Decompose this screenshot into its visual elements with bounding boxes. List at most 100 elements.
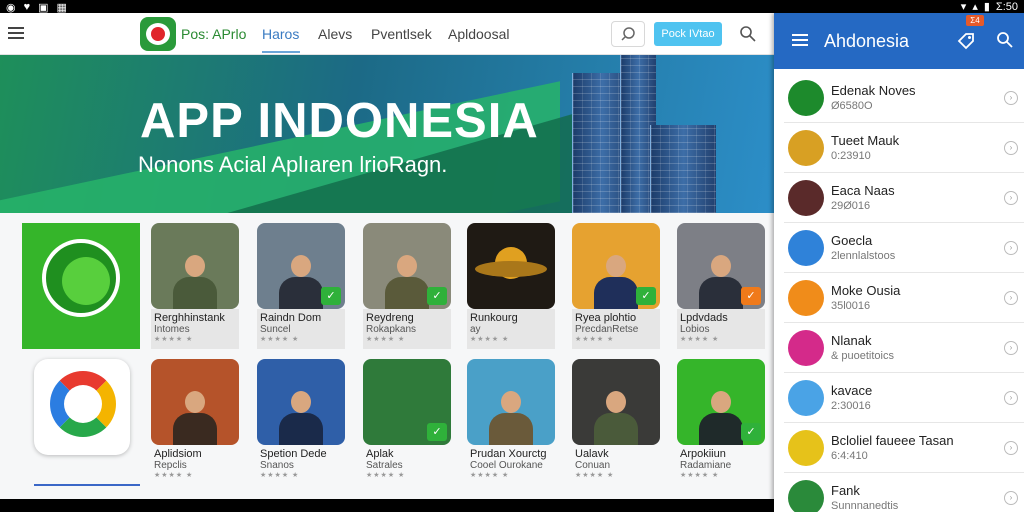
app-thumbnail: ✓ [363, 359, 451, 445]
nav-tab-4[interactable]: Apldoosal [448, 26, 510, 42]
banner-title: APP INDONESIA [140, 94, 539, 148]
chevron-right-icon[interactable]: › [1004, 141, 1018, 155]
cta-button[interactable]: Pock IVtao [654, 22, 722, 46]
app-avatar [788, 480, 824, 512]
featured-app-ring[interactable] [34, 359, 130, 455]
brand-logo[interactable] [140, 17, 176, 51]
search-icon [621, 27, 635, 41]
rating-stars: ★★★★ ★ [154, 336, 194, 343]
install-badge-icon: ✓ [427, 287, 447, 305]
app-thumbnail: ✓ [257, 223, 345, 309]
app-card[interactable]: ✓ Ryea plohtio PrecdanRetse ★★★★ ★ [572, 223, 662, 349]
nav-tab-2[interactable]: Alevs [318, 26, 352, 42]
app-avatar [788, 180, 824, 216]
chevron-right-icon[interactable]: › [1004, 491, 1018, 505]
brand-name[interactable]: Pos: APrlo [181, 26, 246, 42]
drawer-list-item[interactable]: Edenak Noves Ø6580O › [784, 73, 1024, 123]
install-badge-icon: ✓ [321, 287, 341, 305]
app-thumbnail [151, 359, 239, 445]
app-thumbnail [572, 359, 660, 445]
drawer-item-name: Edenak Noves [831, 83, 916, 98]
app-title: Lpdvdads [680, 312, 728, 324]
rating-stars: ★★★★ ★ [470, 336, 510, 343]
app-avatar [788, 380, 824, 416]
app-avatar [788, 330, 824, 366]
hero-banner[interactable]: APP INDONESIA Nonons Acial Aplıaren lrio… [0, 55, 774, 213]
chevron-right-icon[interactable]: › [1004, 391, 1018, 405]
menu-icon[interactable] [8, 27, 24, 39]
app-avatar [788, 80, 824, 116]
app-title: Runkourg [470, 312, 518, 324]
app-grid: Rerghhinstank Intomes ★★★★ ★ ✓ Raindn Dom S… [0, 213, 774, 499]
drawer-item-meta: 2:30016 [831, 400, 871, 412]
drawer-list-item[interactable]: Fank Sunnnanedtis › [784, 473, 1024, 512]
drawer-list-item[interactable]: Bcloliel faueee Tasan 6:4:410 › [784, 423, 1024, 473]
app-card[interactable]: ✓ Raindn Dom Suncel ★★★★ ★ [257, 223, 347, 349]
search-icon[interactable] [739, 25, 757, 43]
chevron-right-icon[interactable]: › [1004, 341, 1018, 355]
drawer-item-meta: Sunnnanedtis [831, 500, 899, 512]
rating-stars: ★★★★ ★ [366, 472, 406, 479]
app-subtitle: Snanos [260, 460, 294, 471]
app-card[interactable]: Aplidsiom Repclis ★★★★ ★ [151, 359, 241, 485]
drawer-item-meta: 6:4:410 [831, 450, 868, 462]
tag-icon[interactable] [955, 30, 977, 52]
sun-icon [475, 247, 547, 279]
app-card[interactable]: ✓ Lpdvdads Lobios ★★★★ ★ [677, 223, 767, 349]
drawer-title: Ahdonesia [824, 31, 910, 51]
top-bar: Pos: APrlo Haros Alevs Pventlsek Apldoos… [0, 13, 774, 55]
app-subtitle: Satrales [366, 460, 403, 471]
chevron-right-icon[interactable]: › [1004, 241, 1018, 255]
app-subtitle: Repclis [154, 460, 187, 471]
store-window: Pos: APrlo Haros Alevs Pventlsek Apldoos… [0, 13, 774, 499]
app-card[interactable]: Ualavk Conuan ★★★★ ★ [572, 359, 662, 485]
app-card[interactable]: Runkourg ay ★★★★ ★ [467, 223, 557, 349]
nav-tab-3[interactable]: Pventlsek [371, 26, 432, 42]
app-thumbnail: ✓ [677, 359, 765, 445]
app-title: Raindn Dom [260, 312, 322, 324]
drawer-item-name: Nlanak [831, 333, 872, 348]
search-input[interactable] [611, 21, 645, 47]
drawer-list-item[interactable]: Moke Ousia 35l0016 › [784, 273, 1024, 323]
drawer-header: Ahdonesia Σ4 [774, 13, 1024, 69]
side-drawer: Ahdonesia Σ4 Edenak Noves Ø6580O › Tueet Ma… [774, 13, 1024, 512]
install-badge-icon: ✓ [741, 287, 761, 305]
drawer-item-name: Bcloliel faueee Tasan [831, 433, 954, 448]
chevron-right-icon[interactable]: › [1004, 91, 1018, 105]
drawer-list-item[interactable]: Goecla 2lennlalstoos › [784, 223, 1024, 273]
wifi-icon: ▾ [960, 1, 967, 13]
rating-stars: ★★★★ ★ [366, 336, 406, 343]
app-subtitle: Lobios [680, 324, 710, 335]
app-card[interactable]: Prudan Xourctg Cooel Ourokane ★★★★ ★ [467, 359, 557, 485]
nav-tab-1[interactable]: Haros [262, 26, 299, 42]
app-thumbnail: ✓ [572, 223, 660, 309]
rating-stars: ★★★★ ★ [154, 472, 194, 479]
drawer-list-item[interactable]: Tueet Mauk 0:23910 › [784, 123, 1024, 173]
chevron-right-icon[interactable]: › [1004, 291, 1018, 305]
drawer-list-item[interactable]: Eaca Naas 29Ø016 › [784, 173, 1024, 223]
featured-app-chat[interactable] [22, 223, 140, 349]
app-subtitle: Rokapkans [366, 324, 417, 335]
menu-icon[interactable] [792, 34, 808, 46]
search-icon[interactable] [996, 31, 1014, 49]
app-card[interactable]: Spetion Dede Snanos ★★★★ ★ [257, 359, 347, 485]
app-avatar [788, 430, 824, 466]
rating-stars: ★★★★ ★ [575, 472, 615, 479]
app-card[interactable]: Rerghhinstank Intomes ★★★★ ★ [151, 223, 241, 349]
app-avatar [788, 280, 824, 316]
chevron-right-icon[interactable]: › [1004, 441, 1018, 455]
drawer-item-meta: 35l0016 [831, 300, 871, 312]
drawer-item-name: Tueet Mauk [831, 133, 900, 148]
drawer-list-item[interactable]: Nlanak & puoetitoics › [784, 323, 1024, 373]
clock: Σ:50 [995, 0, 1018, 13]
drawer-item-meta: 0:23910 [831, 150, 871, 162]
app-subtitle: Intomes [154, 324, 190, 335]
app-card[interactable]: ✓ Aplak Satrales ★★★★ ★ [363, 359, 453, 485]
rating-stars: ★★★★ ★ [260, 336, 300, 343]
drawer-item-meta: & puoetitoics [831, 350, 894, 362]
chevron-right-icon[interactable]: › [1004, 191, 1018, 205]
rating-stars: ★★★★ ★ [680, 472, 720, 479]
app-card[interactable]: ✓ Reydreng Rokapkans ★★★★ ★ [363, 223, 453, 349]
drawer-list-item[interactable]: kavace 2:30016 › [784, 373, 1024, 423]
app-card[interactable]: ✓ Arpokiiun Radamiane ★★★★ ★ [677, 359, 767, 485]
